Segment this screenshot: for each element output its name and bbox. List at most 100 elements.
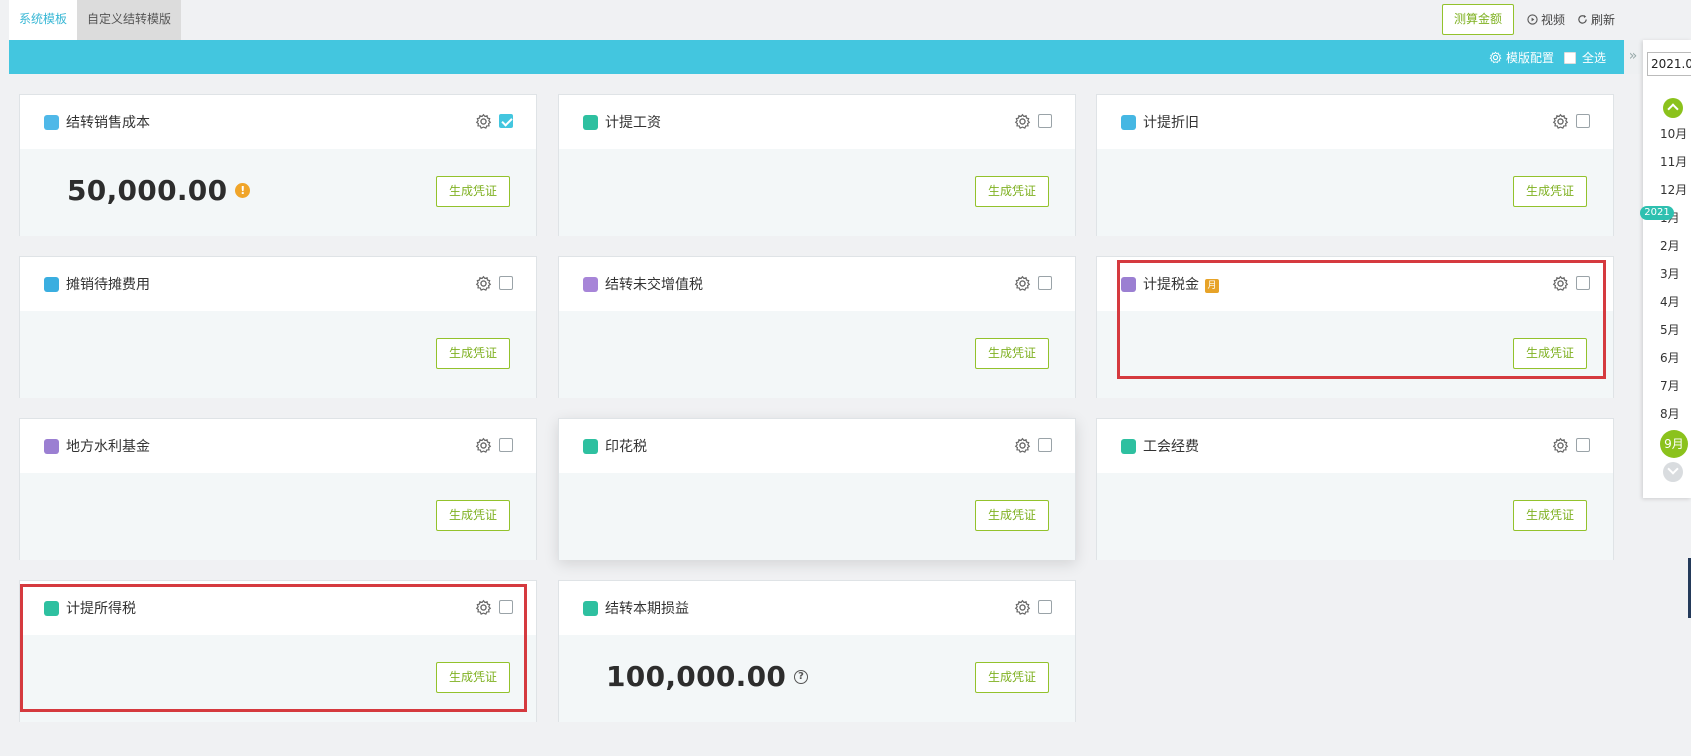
card-title: 工会经费 <box>1143 439 1199 455</box>
card-checkbox[interactable] <box>1038 276 1052 290</box>
monthly-badge: 月 <box>1205 279 1219 293</box>
generate-voucher-button[interactable]: 生成凭证 <box>436 500 510 531</box>
template-icon <box>44 439 59 454</box>
template-icon <box>1121 115 1136 130</box>
refresh-link[interactable]: 刷新 <box>1577 11 1615 28</box>
card-title: 摊销待摊费用 <box>66 277 150 293</box>
refresh-label: 刷新 <box>1591 13 1616 27</box>
month-item[interactable]: 8月 <box>1660 405 1691 422</box>
amount-value: 100,000.00? <box>606 660 809 693</box>
settings-gear-icon[interactable] <box>475 437 492 454</box>
template-config-button[interactable]: 模版配置 <box>1489 49 1554 66</box>
card-checkbox[interactable] <box>1576 114 1590 128</box>
template-icon <box>583 601 598 616</box>
settings-gear-icon[interactable] <box>475 113 492 130</box>
template-icon <box>583 277 598 292</box>
template-card: 结转本期损益 生成凭证 100,000.00? <box>558 580 1076 722</box>
settings-gear-icon[interactable] <box>475 599 492 616</box>
template-toolbar: 模版配置 全选 <box>9 40 1624 74</box>
settings-gear-icon[interactable] <box>1014 113 1031 130</box>
template-card: 计提所得税生成凭证 <box>19 580 537 722</box>
month-item[interactable]: 3月 <box>1660 265 1691 282</box>
settings-gear-icon[interactable] <box>475 275 492 292</box>
template-card: 结转销售成本生成凭证 50,000.00! <box>19 94 537 236</box>
tab-system-templates[interactable]: 系统模板 <box>9 0 77 40</box>
month-item[interactable]: 4月 <box>1660 293 1691 310</box>
generate-voucher-button[interactable]: 生成凭证 <box>1513 500 1587 531</box>
month-item[interactable]: 11月 <box>1660 153 1691 170</box>
card-title: 计提所得税 <box>66 601 136 617</box>
card-checkbox[interactable] <box>499 276 513 290</box>
card-title: 印花税 <box>605 439 647 455</box>
month-item[interactable]: 7月 <box>1660 377 1691 394</box>
warning-icon[interactable]: ! <box>235 183 251 198</box>
template-icon <box>583 115 598 130</box>
tab-bar: 系统模板 自定义结转模版 <box>0 0 1620 40</box>
template-card: 印花税生成凭证 <box>558 418 1076 560</box>
template-icon <box>1121 439 1136 454</box>
template-card: 计提折旧生成凭证 <box>1096 94 1614 236</box>
help-icon[interactable]: ? <box>794 669 809 684</box>
card-title: 计提税金月 <box>1143 274 1219 294</box>
generate-voucher-button[interactable]: 生成凭证 <box>436 338 510 369</box>
card-checkbox[interactable] <box>499 438 513 452</box>
settings-gear-icon[interactable] <box>1552 275 1569 292</box>
generate-voucher-button[interactable]: 生成凭证 <box>436 176 510 207</box>
template-card: 地方水利基金 生成凭证 <box>19 418 537 560</box>
template-config-label: 模版配置 <box>1506 51 1555 65</box>
generate-voucher-button[interactable]: 生成凭证 <box>1513 176 1587 207</box>
settings-gear-icon[interactable] <box>1552 113 1569 130</box>
generate-voucher-button[interactable]: 生成凭证 <box>975 176 1049 207</box>
generate-voucher-button[interactable]: 生成凭证 <box>1513 338 1587 369</box>
generate-voucher-button[interactable]: 生成凭证 <box>975 662 1049 693</box>
card-checkbox[interactable] <box>1038 114 1052 128</box>
template-icon <box>583 439 598 454</box>
template-icon <box>44 601 59 616</box>
video-link[interactable]: 视频 <box>1527 11 1565 28</box>
template-card: 结转未交增值税 生成凭证 <box>558 256 1076 398</box>
card-title: 计提工资 <box>605 115 661 131</box>
select-all-toggle[interactable]: 全选 <box>1564 49 1606 66</box>
card-checkbox[interactable] <box>1038 438 1052 452</box>
gear-icon <box>1489 51 1502 64</box>
card-checkbox[interactable] <box>1576 438 1590 452</box>
settings-gear-icon[interactable] <box>1014 437 1031 454</box>
settings-gear-icon[interactable] <box>1014 275 1031 292</box>
template-card: 工会经费生成凭证 <box>1096 418 1614 560</box>
settings-gear-icon[interactable] <box>1552 437 1569 454</box>
template-icon <box>44 115 59 130</box>
month-item[interactable]: 12月 <box>1660 181 1691 198</box>
select-all-checkbox[interactable] <box>1564 51 1576 64</box>
card-checkbox[interactable] <box>499 114 513 128</box>
calculate-amount-button[interactable]: 测算金额 <box>1442 4 1514 35</box>
month-item[interactable]: 2月 <box>1660 237 1691 254</box>
scroll-up-button[interactable] <box>1663 98 1683 118</box>
scroll-down-button[interactable] <box>1663 462 1683 482</box>
generate-voucher-button[interactable]: 生成凭证 <box>436 662 510 693</box>
template-icon <box>44 277 59 292</box>
settings-gear-icon[interactable] <box>1014 599 1031 616</box>
card-title: 计提折旧 <box>1143 115 1199 131</box>
card-checkbox[interactable] <box>1576 276 1590 290</box>
tab-custom-templates[interactable]: 自定义结转模版 <box>77 0 181 40</box>
generate-voucher-button[interactable]: 生成凭证 <box>975 500 1049 531</box>
year-tag: 2021 <box>1640 206 1674 220</box>
month-item[interactable]: 5月 <box>1660 321 1691 338</box>
play-circle-icon <box>1527 14 1538 25</box>
template-icon <box>1121 277 1136 292</box>
month-active[interactable]: 9月 <box>1660 430 1688 458</box>
period-input[interactable]: 2021.09 <box>1647 52 1691 76</box>
card-title: 结转销售成本 <box>66 115 150 131</box>
template-card: 摊销待摊费用生成凭证 <box>19 256 537 398</box>
month-item[interactable]: 6月 <box>1660 349 1691 366</box>
collapse-panel-button[interactable]: » <box>1624 40 1642 74</box>
amount-value: 50,000.00! <box>67 174 251 207</box>
card-checkbox[interactable] <box>499 600 513 614</box>
template-card: 计提税金月生成凭证 <box>1096 256 1614 398</box>
month-item[interactable]: 10月 <box>1660 125 1691 142</box>
refresh-icon <box>1578 14 1587 24</box>
card-checkbox[interactable] <box>1038 600 1052 614</box>
template-card: 计提工资生成凭证 <box>558 94 1076 236</box>
select-all-label: 全选 <box>1582 51 1607 65</box>
generate-voucher-button[interactable]: 生成凭证 <box>975 338 1049 369</box>
